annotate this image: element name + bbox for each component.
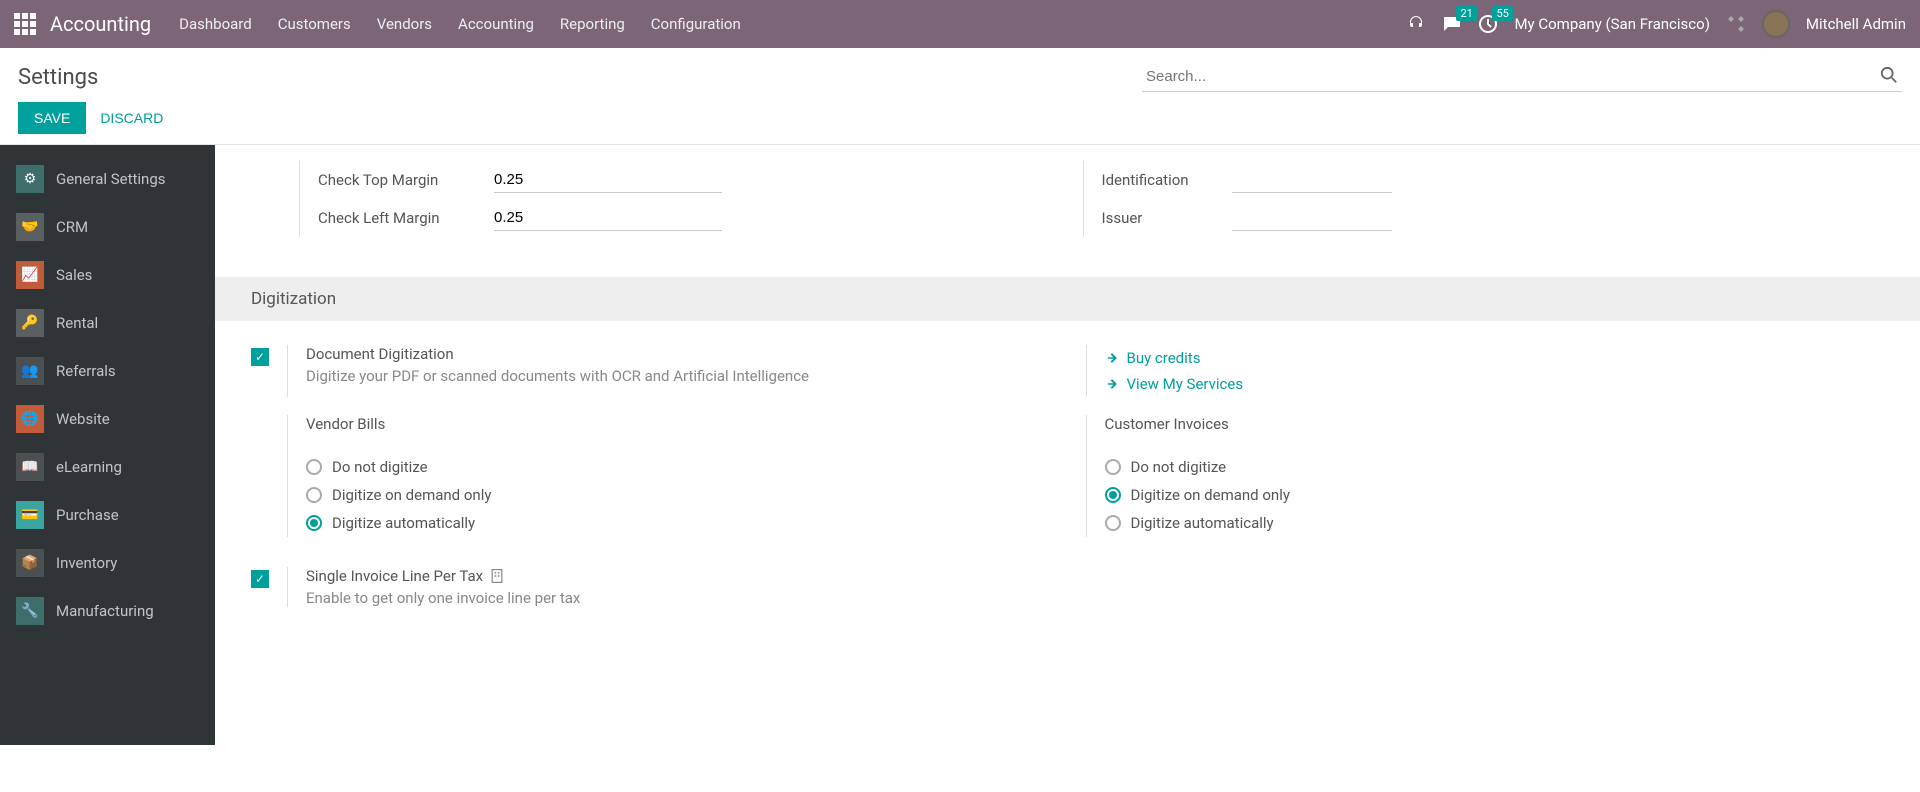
chart-icon: 📈: [16, 261, 44, 289]
sidebar-general-settings[interactable]: ⚙ General Settings: [0, 155, 215, 203]
top-navbar: Accounting Dashboard Customers Vendors A…: [0, 0, 1920, 48]
sidebar-rental[interactable]: 🔑 Rental: [0, 299, 215, 347]
handshake-icon: 🤝: [16, 213, 44, 241]
arrow-right-icon: [1105, 351, 1119, 365]
messages-badge: 21: [1456, 6, 1476, 21]
search-icon[interactable]: [1880, 66, 1898, 84]
radio-icon: [306, 487, 322, 503]
radio-icon: [1105, 487, 1121, 503]
card-icon: 💳: [16, 501, 44, 529]
check-left-margin-label: Check Left Margin: [318, 209, 494, 227]
sidebar-item-label: Manufacturing: [56, 602, 154, 620]
building-icon: [489, 568, 505, 584]
people-icon: 👥: [16, 357, 44, 385]
menu-dashboard[interactable]: Dashboard: [179, 15, 252, 33]
check-top-margin-label: Check Top Margin: [318, 171, 494, 189]
document-digitization-title: Document Digitization: [306, 345, 1086, 363]
customer-invoices-heading: Customer Invoices: [1105, 415, 1885, 433]
vendor-bills-heading: Vendor Bills: [306, 415, 1086, 433]
apps-icon[interactable]: [14, 13, 36, 35]
radio-icon: [1105, 459, 1121, 475]
issuer-label: Issuer: [1102, 209, 1232, 227]
username[interactable]: Mitchell Admin: [1806, 15, 1906, 33]
customer-opt-on-demand[interactable]: Digitize on demand only: [1105, 481, 1885, 509]
single-line-tax-desc: Enable to get only one invoice line per …: [306, 589, 1884, 607]
radio-icon: [306, 515, 322, 531]
sidebar-crm[interactable]: 🤝 CRM: [0, 203, 215, 251]
sidebar-website[interactable]: 🌐 Website: [0, 395, 215, 443]
sidebar-item-label: Website: [56, 410, 110, 428]
globe-icon: 🌐: [16, 405, 44, 433]
sidebar-item-label: CRM: [56, 218, 88, 236]
menu-customers[interactable]: Customers: [278, 15, 351, 33]
support-icon[interactable]: [1406, 14, 1426, 34]
discard-button[interactable]: DISCARD: [100, 110, 163, 126]
sidebar-item-label: eLearning: [56, 458, 122, 476]
activities-badge: 55: [1492, 6, 1512, 21]
check-left-margin-input[interactable]: [494, 205, 722, 231]
sidebar-item-label: Rental: [56, 314, 98, 332]
single-line-tax-title: Single Invoice Line Per Tax: [306, 567, 1884, 585]
debug-icon[interactable]: [1726, 14, 1746, 34]
check-top-margin-input[interactable]: [494, 167, 722, 193]
save-button[interactable]: SAVE: [18, 102, 86, 134]
document-digitization-checkbox[interactable]: ✓: [251, 348, 269, 366]
sidebar-item-label: Sales: [56, 266, 92, 284]
vendor-opt-on-demand[interactable]: Digitize on demand only: [306, 481, 1086, 509]
sidebar-manufacturing[interactable]: 🔧 Manufacturing: [0, 587, 215, 635]
menu-vendors[interactable]: Vendors: [377, 15, 432, 33]
customer-opt-do-not-digitize[interactable]: Do not digitize: [1105, 453, 1885, 481]
sidebar-item-label: Inventory: [56, 554, 117, 572]
page-title: Settings: [18, 65, 98, 90]
sidebar-inventory[interactable]: 📦 Inventory: [0, 539, 215, 587]
book-icon: 📖: [16, 453, 44, 481]
issuer-input[interactable]: [1232, 205, 1392, 231]
section-digitization: Digitization: [215, 277, 1920, 321]
arrow-right-icon: [1105, 377, 1119, 391]
key-icon: 🔑: [16, 309, 44, 337]
activities-icon[interactable]: 55: [1478, 14, 1498, 34]
wrench-icon: 🔧: [16, 597, 44, 625]
customer-opt-auto[interactable]: Digitize automatically: [1105, 509, 1885, 537]
avatar[interactable]: [1762, 10, 1790, 38]
sidebar-item-label: Purchase: [56, 506, 119, 524]
radio-icon: [306, 459, 322, 475]
settings-sidebar: ⚙ General Settings 🤝 CRM 📈 Sales 🔑 Rental 👥 R…: [0, 145, 215, 745]
company-selector[interactable]: My Company (San Francisco): [1514, 15, 1709, 33]
vendor-opt-do-not-digitize[interactable]: Do not digitize: [306, 453, 1086, 481]
sidebar-item-label: Referrals: [56, 362, 116, 380]
radio-icon: [1105, 515, 1121, 531]
buy-credits-link[interactable]: Buy credits: [1105, 345, 1885, 371]
brand-title: Accounting: [50, 12, 151, 36]
identification-label: Identification: [1102, 171, 1232, 189]
single-line-tax-checkbox[interactable]: ✓: [251, 570, 269, 588]
messages-icon[interactable]: 21: [1442, 14, 1462, 34]
sidebar-purchase[interactable]: 💳 Purchase: [0, 491, 215, 539]
sidebar-referrals[interactable]: 👥 Referrals: [0, 347, 215, 395]
sidebar-elearning[interactable]: 📖 eLearning: [0, 443, 215, 491]
view-services-link[interactable]: View My Services: [1105, 371, 1885, 397]
gear-icon: ⚙: [16, 165, 44, 193]
document-digitization-desc: Digitize your PDF or scanned documents w…: [306, 367, 1086, 385]
menu-reporting[interactable]: Reporting: [560, 15, 625, 33]
search-input[interactable]: [1142, 62, 1902, 92]
main-menu: Dashboard Customers Vendors Accounting R…: [179, 15, 741, 33]
menu-accounting[interactable]: Accounting: [458, 15, 534, 33]
settings-content: Check Top Margin Check Left Margin Ident…: [215, 145, 1920, 745]
vendor-opt-auto[interactable]: Digitize automatically: [306, 509, 1086, 537]
sidebar-sales[interactable]: 📈 Sales: [0, 251, 215, 299]
box-icon: 📦: [16, 549, 44, 577]
identification-input[interactable]: [1232, 167, 1392, 193]
sidebar-item-label: General Settings: [56, 170, 166, 188]
menu-configuration[interactable]: Configuration: [651, 15, 741, 33]
